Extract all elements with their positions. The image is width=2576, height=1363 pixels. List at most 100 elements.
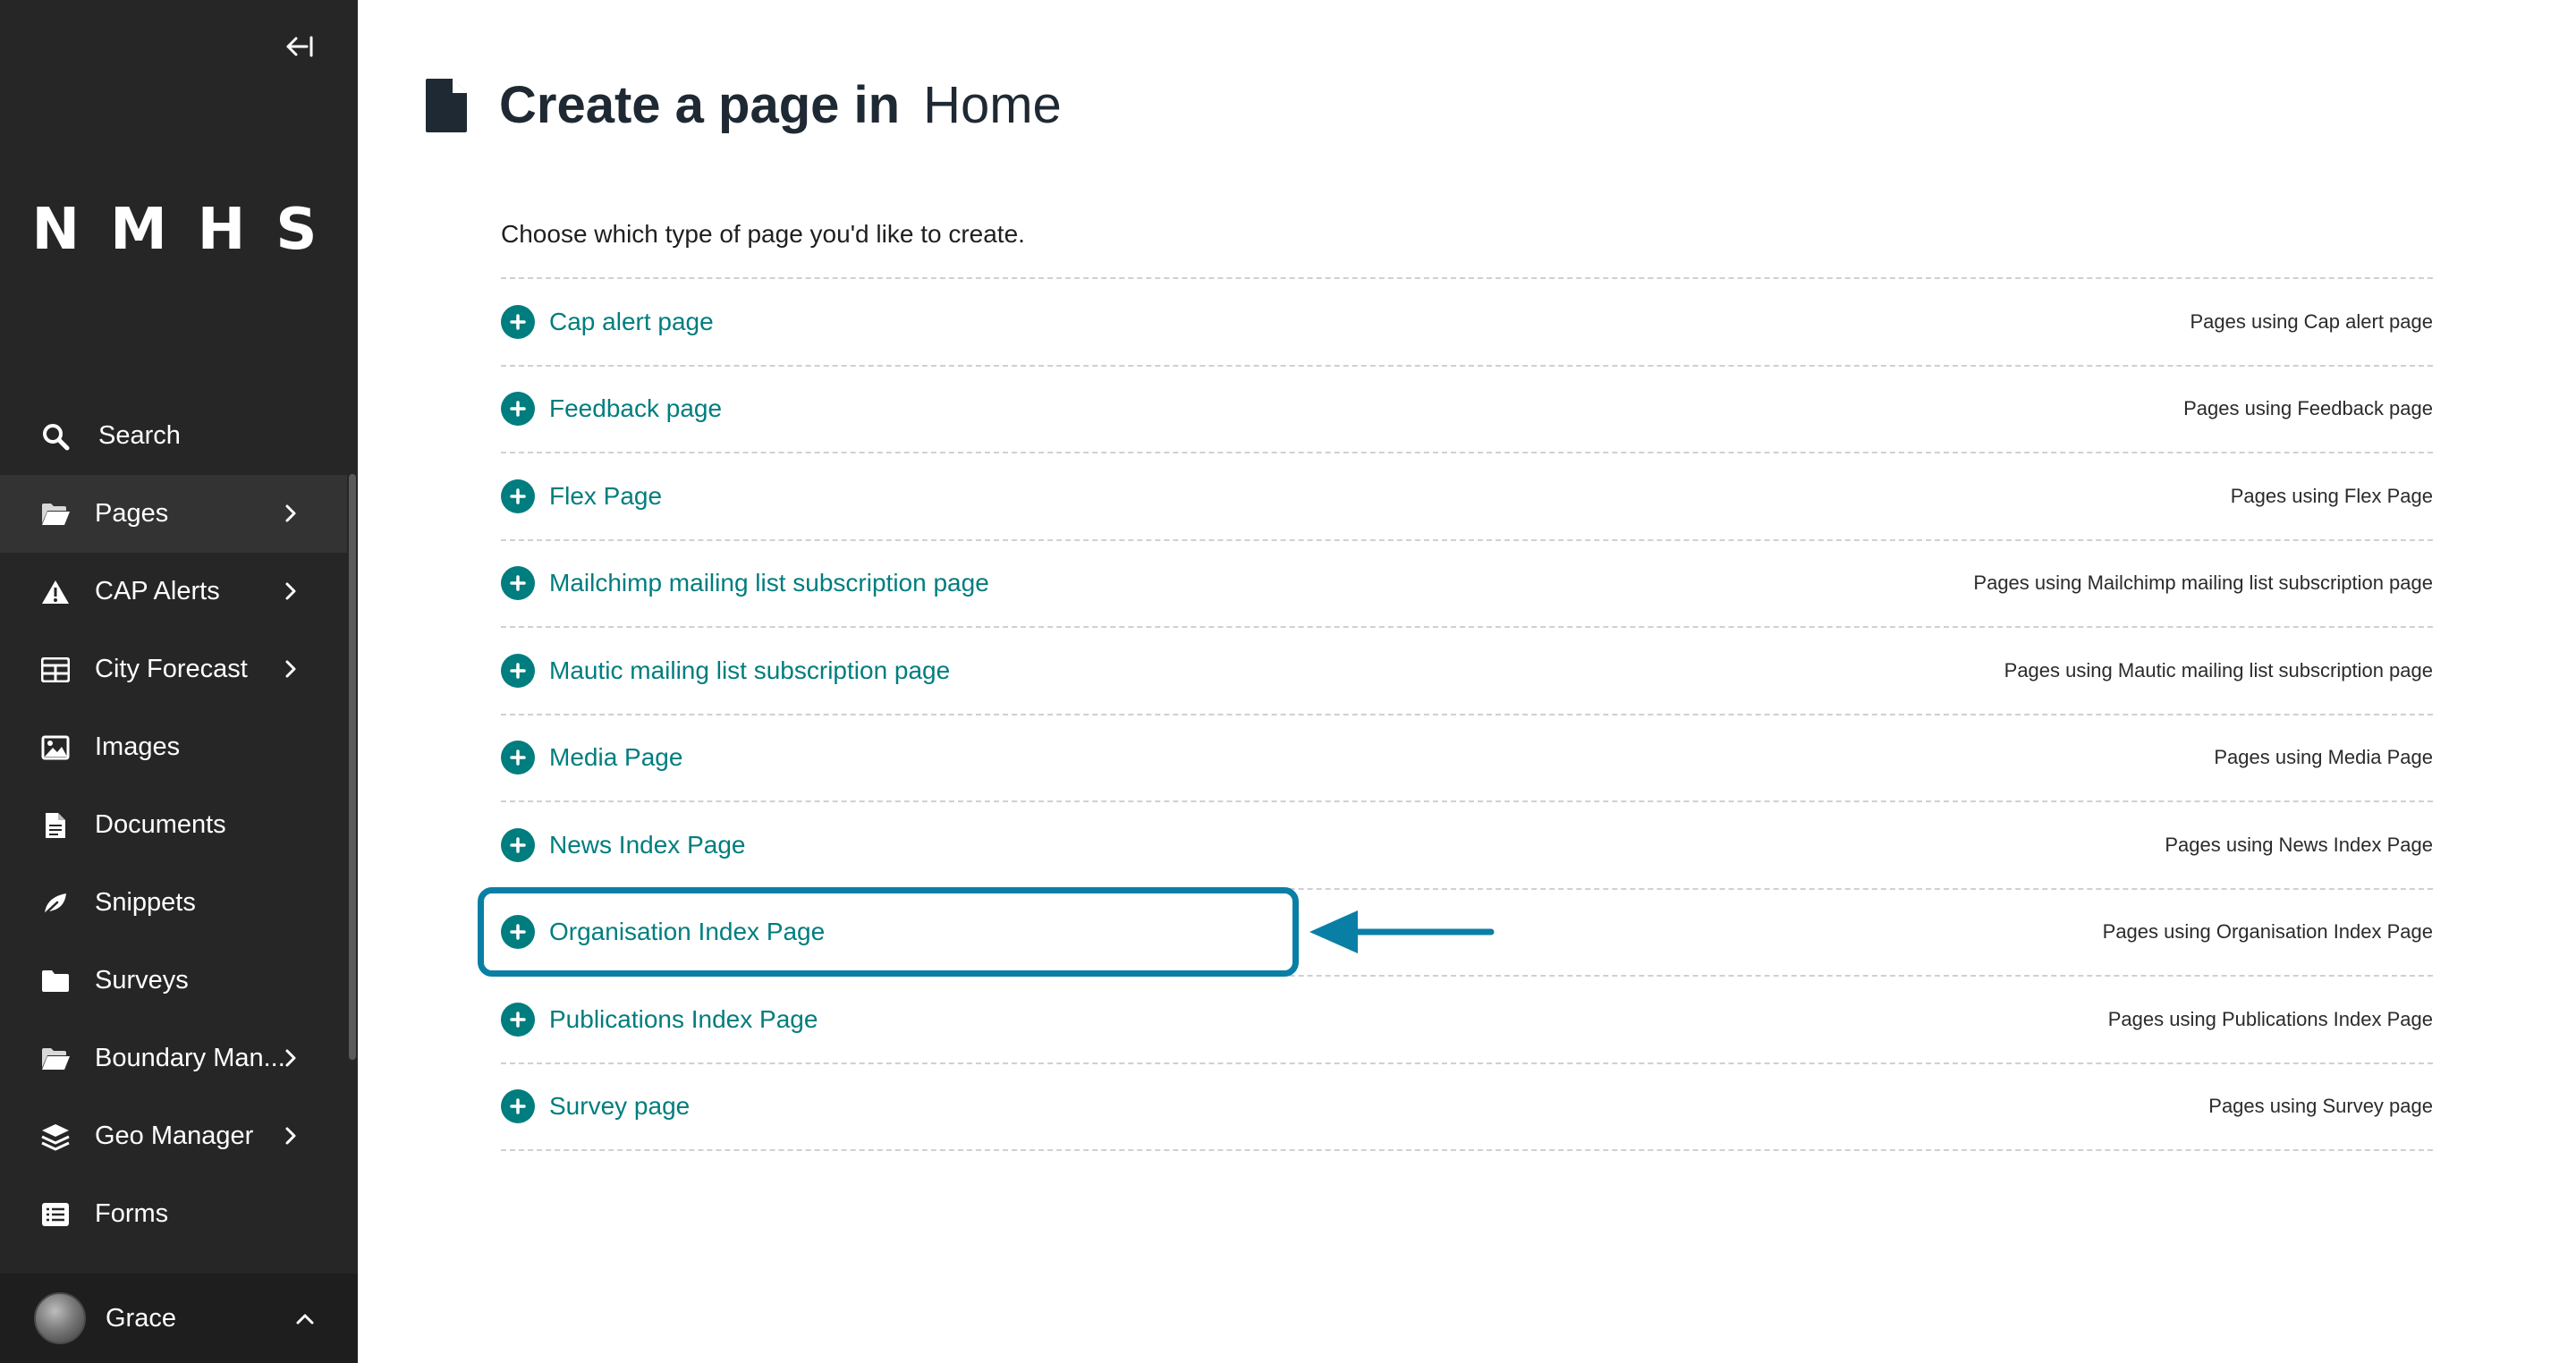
sidebar-item-surveys[interactable]: Surveys bbox=[0, 942, 347, 1020]
page-type-row: Publications Index Page Pages using Publi… bbox=[501, 977, 2433, 1064]
main-content: Create a page in Home Choose which type … bbox=[358, 0, 2576, 1363]
sidebar-item-city-forecast[interactable]: City Forecast bbox=[0, 631, 347, 708]
page-type-name: Publications Index Page bbox=[549, 1004, 818, 1033]
sidebar-item-snippets[interactable]: Snippets bbox=[0, 864, 347, 942]
sidebar-item-label: Search bbox=[98, 421, 181, 450]
sidebar-item-label: Snippets bbox=[95, 888, 196, 917]
plus-icon bbox=[501, 392, 535, 427]
user-name: Grace bbox=[106, 1303, 176, 1333]
sidebar-item-label: Documents bbox=[95, 810, 226, 839]
search-icon bbox=[39, 420, 72, 453]
folder-icon bbox=[39, 965, 72, 997]
page-type-row: Cap alert page Pages using Cap alert page bbox=[501, 279, 2433, 367]
pages-using-link[interactable]: Pages using News Index Page bbox=[2165, 834, 2433, 857]
page-type-list: Cap alert page Pages using Cap alert page… bbox=[501, 277, 2433, 1151]
pages-using-link[interactable]: Pages using Flex Page bbox=[2231, 485, 2433, 508]
sidebar-item-documents[interactable]: Documents bbox=[0, 786, 347, 864]
page-type-row: Mautic mailing list subscription page Pag… bbox=[501, 628, 2433, 715]
create-organisation-index-page-link[interactable]: Organisation Index Page bbox=[501, 915, 826, 950]
page-type-name: News Index Page bbox=[549, 830, 746, 859]
chevron-right-icon bbox=[277, 656, 304, 682]
create-flex-page-link[interactable]: Flex Page bbox=[501, 478, 663, 513]
pages-using-link[interactable]: Pages using Publications Index Page bbox=[2108, 1008, 2433, 1031]
sidebar-item-search[interactable]: Search bbox=[0, 397, 347, 475]
sidebar-item-boundary-manager[interactable]: Boundary Man... bbox=[0, 1020, 347, 1097]
site-logo[interactable]: NMHS bbox=[0, 197, 358, 263]
create-news-index-page-link[interactable]: News Index Page bbox=[501, 827, 746, 862]
list-icon bbox=[39, 1198, 72, 1231]
page-type-row: Mailchimp mailing list subscription page… bbox=[501, 541, 2433, 628]
plus-icon bbox=[501, 478, 535, 513]
warning-icon bbox=[39, 576, 72, 608]
sidebar-item-label: Boundary Man... bbox=[95, 1044, 285, 1072]
sidebar-item-label: City Forecast bbox=[95, 655, 248, 683]
pages-using-link[interactable]: Pages using Mautic mailing list subscrip… bbox=[2004, 659, 2433, 682]
pages-using-link[interactable]: Pages using Survey page bbox=[2208, 1095, 2433, 1118]
layers-icon bbox=[39, 1121, 72, 1153]
avatar bbox=[34, 1292, 86, 1344]
document-icon bbox=[426, 78, 467, 132]
create-survey-page-link[interactable]: Survey page bbox=[501, 1089, 691, 1124]
account-menu-button[interactable]: Grace bbox=[0, 1274, 358, 1363]
sidebar-item-geo-manager[interactable]: Geo Manager bbox=[0, 1097, 347, 1175]
page-type-name: Mautic mailing list subscription page bbox=[549, 656, 951, 684]
document-icon bbox=[39, 809, 72, 842]
create-publications-index-page-link[interactable]: Publications Index Page bbox=[501, 1002, 818, 1037]
create-cap-alert-page-link[interactable]: Cap alert page bbox=[501, 304, 714, 339]
page-header: Create a page in Home bbox=[424, 75, 1062, 135]
sidebar-item-images[interactable]: Images bbox=[0, 708, 347, 786]
create-mailchimp-mailing-list-subscription-page-link[interactable]: Mailchimp mailing list subscription page bbox=[501, 566, 989, 601]
snippet-icon bbox=[39, 887, 72, 919]
page-type-name: Cap alert page bbox=[549, 307, 714, 335]
collapse-left-icon bbox=[286, 36, 313, 57]
page-type-name: Flex Page bbox=[549, 481, 663, 510]
pages-using-link[interactable]: Pages using Cap alert page bbox=[2190, 310, 2433, 334]
plus-icon bbox=[501, 304, 535, 339]
table-icon bbox=[39, 654, 72, 686]
sidebar: NMHS Search Pages CAP Alerts City Foreca… bbox=[0, 0, 358, 1363]
page-type-name: Mailchimp mailing list subscription page bbox=[549, 569, 989, 597]
create-feedback-page-link[interactable]: Feedback page bbox=[501, 392, 723, 427]
pages-using-link[interactable]: Pages using Organisation Index Page bbox=[2103, 920, 2433, 944]
pages-using-link[interactable]: Pages using Media Page bbox=[2214, 746, 2433, 769]
pages-using-link[interactable]: Pages using Mailchimp mailing list subsc… bbox=[1973, 571, 2433, 595]
pages-using-link[interactable]: Pages using Feedback page bbox=[2183, 397, 2433, 420]
sidebar-item-cap-alerts[interactable]: CAP Alerts bbox=[0, 553, 347, 631]
page-type-chooser: Choose which type of page you'd like to … bbox=[501, 215, 2433, 1151]
sidebar-nav: Search Pages CAP Alerts City Forecast Im… bbox=[0, 397, 347, 1253]
page-type-row: Media Page Pages using Media Page bbox=[501, 715, 2433, 802]
chevron-right-icon bbox=[277, 578, 304, 605]
page-type-row: News Index Page Pages using News Index Pa… bbox=[501, 802, 2433, 890]
collapse-sidebar-button[interactable] bbox=[279, 27, 318, 66]
sidebar-item-label: Forms bbox=[95, 1199, 169, 1228]
chevron-right-icon bbox=[277, 500, 304, 527]
sidebar-item-label: Pages bbox=[95, 499, 169, 528]
plus-icon bbox=[501, 741, 535, 775]
folder-open-icon bbox=[39, 498, 72, 530]
page-type-name: Survey page bbox=[549, 1092, 691, 1121]
page-title: Create a page in bbox=[499, 76, 901, 134]
plus-icon bbox=[501, 1002, 535, 1037]
sidebar-item-pages[interactable]: Pages bbox=[0, 475, 347, 553]
page-type-name: Media Page bbox=[549, 743, 683, 772]
plus-icon bbox=[501, 1089, 535, 1124]
sidebar-item-label: Images bbox=[95, 732, 181, 761]
sidebar-scrollbar[interactable] bbox=[349, 474, 356, 1060]
page-type-row: Flex Page Pages using Flex Page bbox=[501, 453, 2433, 541]
arrow-left-icon bbox=[1309, 910, 1495, 953]
page-type-name: Organisation Index Page bbox=[549, 918, 826, 946]
folder-open-icon bbox=[39, 1043, 72, 1075]
plus-icon bbox=[501, 915, 535, 950]
intro-text: Choose which type of page you'd like to … bbox=[501, 220, 1025, 248]
sidebar-item-forms[interactable]: Forms bbox=[0, 1175, 347, 1253]
image-icon bbox=[39, 732, 72, 764]
plus-icon bbox=[501, 653, 535, 688]
chevron-right-icon bbox=[277, 1122, 304, 1149]
create-mautic-mailing-list-subscription-page-link[interactable]: Mautic mailing list subscription page bbox=[501, 653, 951, 688]
sidebar-item-label: CAP Alerts bbox=[95, 577, 220, 605]
plus-icon bbox=[501, 827, 535, 862]
chevron-right-icon bbox=[277, 1045, 304, 1071]
create-media-page-link[interactable]: Media Page bbox=[501, 741, 682, 775]
parent-page-name: Home bbox=[923, 76, 1062, 134]
page-type-name: Feedback page bbox=[549, 394, 723, 423]
